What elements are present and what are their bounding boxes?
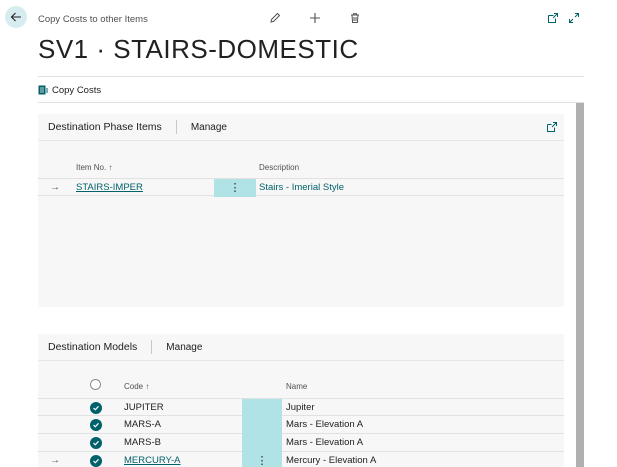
manage-button[interactable]: Manage — [191, 122, 227, 133]
column-header-description[interactable]: Description — [259, 163, 299, 172]
table-row[interactable]: → STAIRS-IMPER ⋮ Stairs - Imerial Style — [38, 178, 564, 197]
select-all-checkbox[interactable] — [90, 379, 101, 390]
selected-check-icon[interactable] — [90, 455, 102, 467]
name-cell[interactable]: Mars - Elevation A — [286, 416, 363, 434]
selected-cell[interactable] — [242, 434, 282, 452]
divider — [38, 102, 584, 103]
name-cell[interactable]: Jupiter — [286, 399, 315, 417]
item-no-link[interactable]: STAIRS-IMPER — [76, 179, 143, 197]
breadcrumb: Copy Costs to other Items — [38, 14, 148, 25]
destination-phase-items-panel: Destination Phase Items Manage Item No. … — [38, 114, 564, 307]
selected-cell[interactable] — [242, 416, 282, 434]
separator — [175, 120, 177, 134]
table-row[interactable]: MARS-B Mars - Elevation A — [38, 434, 564, 452]
selected-check-icon[interactable] — [90, 402, 102, 414]
back-button[interactable] — [5, 6, 27, 28]
table-row[interactable]: JUPITER Jupiter — [38, 398, 564, 417]
separator — [151, 340, 153, 354]
selected-check-icon[interactable] — [90, 419, 102, 431]
copy-table-icon — [38, 85, 48, 95]
row-actions-icon[interactable]: ⋮ — [228, 179, 242, 197]
code-cell[interactable]: MARS-A — [124, 416, 161, 434]
expand-icon[interactable] — [567, 11, 581, 25]
code-cell[interactable]: MARS-B — [124, 434, 161, 452]
panel-header: Destination Models Manage — [38, 334, 564, 361]
table-row[interactable]: → MERCURY-A ⋮ Mercury - Elevation A — [38, 452, 564, 467]
code-cell[interactable]: JUPITER — [124, 399, 164, 417]
column-header-name[interactable]: Name — [286, 382, 307, 391]
delete-icon[interactable] — [348, 11, 362, 25]
expand-panel-icon[interactable] — [546, 121, 558, 133]
table-row[interactable]: MARS-A Mars - Elevation A — [38, 416, 564, 434]
code-link[interactable]: MERCURY-A — [124, 452, 181, 467]
description-cell[interactable]: Stairs - Imerial Style — [259, 179, 344, 197]
scrollbar-thumb[interactable] — [576, 103, 584, 467]
name-cell[interactable]: Mars - Elevation A — [286, 434, 363, 452]
panel-title: Destination Phase Items — [48, 121, 162, 133]
destination-models-panel: Destination Models Manage Code ↑ Name JU… — [38, 334, 564, 467]
selected-check-icon[interactable] — [90, 437, 102, 449]
current-row-arrow-icon: → — [50, 455, 60, 466]
manage-button[interactable]: Manage — [166, 342, 202, 353]
copy-costs-action[interactable]: Copy Costs — [38, 83, 101, 97]
panel-title: Destination Models — [48, 341, 138, 353]
panel-header: Destination Phase Items Manage — [38, 114, 564, 141]
arrow-left-icon — [10, 12, 21, 22]
column-header-code[interactable]: Code ↑ — [124, 382, 149, 391]
page-title: SV1 · STAIRS-DOMESTIC — [38, 34, 359, 64]
add-icon[interactable] — [308, 11, 322, 25]
open-new-window-icon[interactable] — [546, 11, 560, 25]
column-header-item-no[interactable]: Item No. ↑ — [76, 163, 112, 172]
row-actions-icon[interactable]: ⋮ — [255, 452, 269, 467]
divider — [38, 76, 584, 77]
name-cell[interactable]: Mercury - Elevation A — [286, 452, 376, 467]
copy-costs-label: Copy Costs — [52, 84, 102, 96]
edit-icon[interactable] — [268, 11, 282, 25]
current-row-arrow-icon: → — [50, 182, 60, 193]
selected-cell[interactable] — [242, 399, 282, 417]
